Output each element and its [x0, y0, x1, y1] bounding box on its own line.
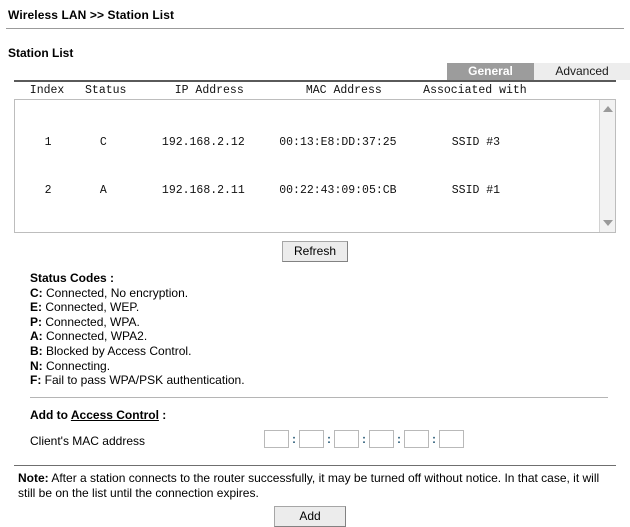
mac-octet-3-input[interactable] [334, 429, 359, 448]
status-code-item: B: Blocked by Access Control. [30, 344, 616, 359]
mac-address-input-group: : : : : : [264, 429, 464, 448]
note-body: After a station connects to the router s… [18, 470, 600, 500]
status-code-item: F: Fail to pass WPA/PSK authentication. [30, 373, 616, 388]
status-code-text: Fail to pass WPA/PSK authentication. [41, 373, 245, 388]
mac-octet-4-input[interactable] [369, 429, 394, 448]
status-code-key: B: [30, 343, 43, 358]
status-codes-title: Status Codes : [30, 271, 115, 285]
status-code-text: Connected, WPA2. [42, 329, 148, 344]
mac-octet-5-input[interactable] [404, 429, 429, 448]
page-title: Station List [8, 46, 74, 60]
scroll-up-arrow-icon[interactable] [602, 106, 613, 112]
status-code-key: P: [30, 314, 42, 329]
table-body: 1 C 192.168.2.12 00:13:E8:DD:37:25 SSID … [15, 100, 615, 231]
note-label: Note: [18, 470, 49, 485]
access-control-row: Add to Access Control : [14, 398, 616, 422]
table-row[interactable]: 1 C 192.168.2.12 00:13:E8:DD:37:25 SSID … [17, 135, 615, 151]
status-code-key: F: [30, 373, 42, 388]
refresh-button[interactable]: Refresh [282, 241, 348, 262]
note-text: Note: After a station connects to the ro… [14, 466, 616, 501]
mac-octet-2-input[interactable] [299, 429, 324, 448]
access-control-suffix: : [158, 407, 167, 422]
status-code-text: Connected, No encryption. [42, 285, 189, 300]
mac-separator: : [362, 431, 366, 446]
mac-separator: : [432, 431, 436, 446]
access-control-link[interactable]: Access Control [71, 408, 159, 422]
station-list-box[interactable]: 1 C 192.168.2.12 00:13:E8:DD:37:25 SSID … [14, 99, 616, 233]
breadcrumb: Wireless LAN >> Station List [8, 8, 175, 22]
tab-bar: General Advanced [447, 63, 630, 80]
status-code-text: Connecting. [42, 358, 111, 373]
status-code-key: E: [30, 300, 42, 315]
mac-separator: : [327, 431, 331, 446]
mac-separator: : [292, 431, 296, 446]
mac-octet-1-input[interactable] [264, 429, 289, 448]
tab-general[interactable]: General [447, 63, 534, 80]
status-code-text: Blocked by Access Control. [42, 343, 192, 358]
add-button-container: Add [14, 505, 616, 527]
table-row[interactable]: 2 A 192.168.2.11 00:22:43:09:05:CB SSID … [17, 183, 615, 199]
station-list-panel: Index Status IP Address MAC Address Asso… [14, 80, 616, 527]
status-code-item: C: Connected, No encryption. [30, 286, 616, 301]
access-control-prefix: Add to [30, 407, 71, 422]
client-mac-address-label: Client's MAC address [30, 433, 145, 448]
mac-separator: : [397, 431, 401, 446]
tab-advanced[interactable]: Advanced [534, 63, 630, 80]
status-code-key: N: [30, 358, 43, 373]
mac-octet-6-input[interactable] [439, 429, 464, 448]
status-code-key: A: [30, 329, 43, 344]
status-code-item: A: Connected, WPA2. [30, 329, 616, 344]
status-code-text: Connected, WPA. [42, 314, 140, 329]
status-code-item: E: Connected, WEP. [30, 300, 616, 315]
add-button[interactable]: Add [274, 505, 346, 527]
status-code-key: C: [30, 285, 43, 300]
status-codes-legend: Status Codes : C: Connected, No encrypti… [14, 262, 616, 388]
status-code-item: N: Connecting. [30, 359, 616, 374]
scroll-down-arrow-icon[interactable] [602, 220, 613, 226]
client-mac-address-row: Client's MAC address : : : : : [14, 429, 616, 460]
status-code-text: Connected, WEP. [42, 300, 140, 315]
table-header-row: Index Status IP Address MAC Address Asso… [16, 84, 527, 97]
status-code-item: P: Connected, WPA. [30, 315, 616, 330]
vertical-scrollbar[interactable] [599, 100, 615, 232]
refresh-button-container: Refresh [14, 241, 616, 262]
